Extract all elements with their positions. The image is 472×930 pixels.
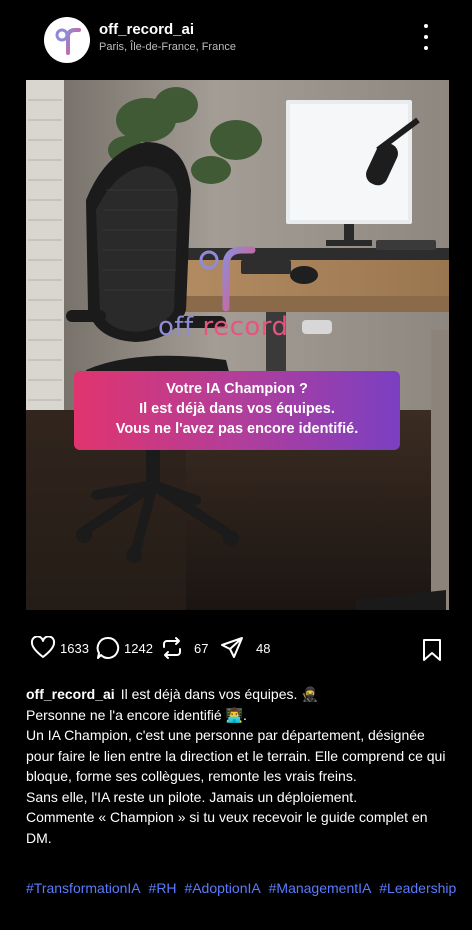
repost-action[interactable]: 67 xyxy=(160,636,208,660)
banner-line: Vous ne l'avez pas encore identifié. xyxy=(115,421,359,437)
hashtag-link[interactable]: #RH xyxy=(149,880,177,896)
comment-action[interactable]: 1242 xyxy=(96,636,153,660)
caption-line: Commente « Champion » si tu veux recevoi… xyxy=(26,809,428,846)
caption-line: Sans elle, l'IA reste un pilote. Jamais … xyxy=(26,788,358,805)
caption-username[interactable]: off_record_ai xyxy=(26,686,115,702)
banner-line: Il est déjà dans vos équipes. xyxy=(139,401,335,417)
post-header: off_record_ai Paris, Île-de-France, Fran… xyxy=(0,0,472,80)
header-location[interactable]: Paris, Île-de-France, France xyxy=(99,41,236,53)
hashtag-link[interactable]: #ManagementIA xyxy=(269,880,372,896)
off-record-logo-icon xyxy=(55,28,81,55)
post-actions: 1633 1242 67 48 xyxy=(0,636,472,670)
header-username[interactable]: off_record_ai xyxy=(99,21,194,38)
heart-icon[interactable] xyxy=(30,636,56,660)
bookmark-icon[interactable] xyxy=(421,638,443,667)
comment-count: 1242 xyxy=(124,640,153,656)
repost-count: 67 xyxy=(194,640,209,656)
share-count: 48 xyxy=(256,640,271,656)
hashtag-link[interactable]: #Leadership xyxy=(379,880,456,896)
avatar[interactable] xyxy=(44,17,90,63)
like-action[interactable]: 1633 xyxy=(30,636,89,660)
comment-icon[interactable] xyxy=(96,636,120,660)
caption-line: Personne ne l'a encore identifié 👨‍💻. xyxy=(26,706,247,723)
share-icon[interactable] xyxy=(220,636,244,660)
hashtag-link[interactable]: #AdoptionIA xyxy=(184,880,260,896)
hashtag-link[interactable]: #TransformationIA xyxy=(26,880,141,896)
post-image[interactable]: off record Votre IA Champion ? Il est dé… xyxy=(26,80,449,610)
office-scene-illustration xyxy=(26,80,449,610)
more-options-icon[interactable] xyxy=(414,24,438,50)
caption-line: Un IA Champion, c'est une personne par d… xyxy=(26,727,446,784)
post-caption: off_record_ai Il est déjà dans vos équipe… xyxy=(26,684,452,848)
hashtag-list: #TransformationIA #RH #AdoptionIA #Manag… xyxy=(26,880,460,896)
caption-line: Il est déjà dans vos équipes. 🥷 xyxy=(120,686,319,702)
banner-line: Votre IA Champion ? xyxy=(166,381,308,397)
like-count: 1633 xyxy=(60,640,89,656)
headline-banner: Votre IA Champion ? Il est déjà dans vos… xyxy=(74,371,400,450)
share-action[interactable]: 48 xyxy=(220,636,270,660)
logo-wordmark: off record xyxy=(158,312,289,342)
repost-icon[interactable] xyxy=(160,636,184,660)
